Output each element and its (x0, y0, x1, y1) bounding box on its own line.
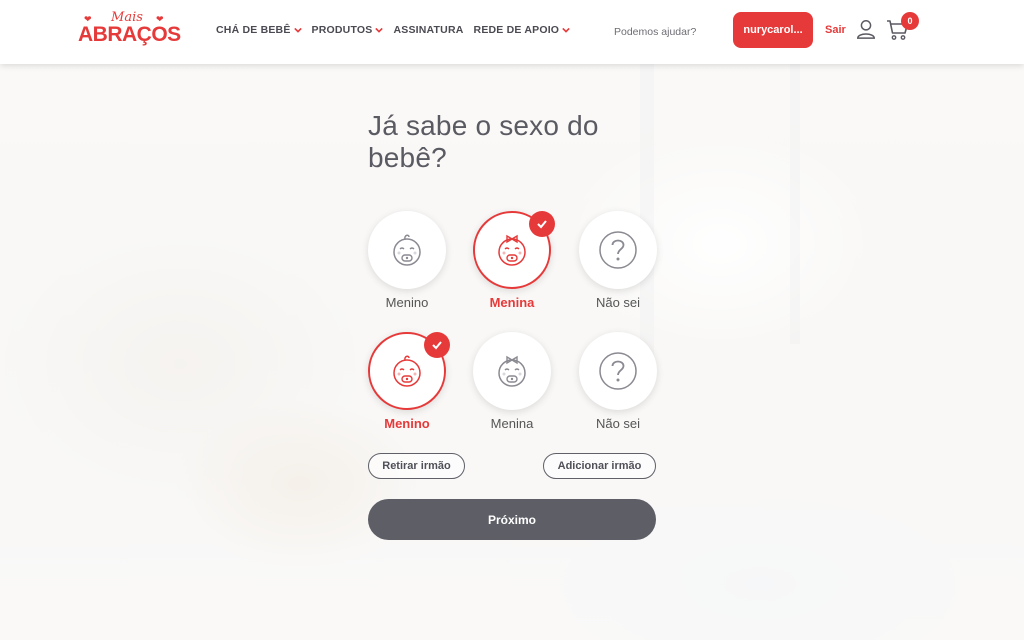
checkmark-icon (537, 220, 547, 229)
add-sibling-button[interactable]: Adicionar irmão (543, 453, 656, 479)
nav-label: REDE DE APOIO (473, 24, 560, 36)
main-nav: CHÁ DE BEBÊ PRODUTOS ASSINATURA REDE DE … (216, 24, 570, 36)
option-menino-row2[interactable]: Menino (368, 332, 450, 431)
logout-link[interactable]: Sair (825, 24, 846, 36)
option-menina-row1[interactable]: Menina (473, 211, 555, 310)
cart-count-badge: 0 (901, 12, 919, 30)
user-icon[interactable] (855, 18, 877, 40)
nav-label: CHÁ DE BEBÊ (216, 24, 291, 36)
option-label: Menina (490, 416, 534, 431)
option-circle-selected (368, 332, 450, 410)
chevron-down-icon (293, 27, 302, 33)
baby-boy-icon (393, 355, 421, 387)
option-label: Não sei (595, 295, 641, 310)
option-menina-row2[interactable]: Menina (473, 332, 551, 431)
option-circle-selected (473, 211, 555, 289)
question-icon (599, 352, 637, 390)
brand-logo[interactable]: ❤ Mais ❤ ABRAÇOS (78, 10, 181, 52)
option-label: Não sei (595, 416, 641, 431)
logo-big-text: ABRAÇOS (78, 23, 181, 46)
checkmark-icon (432, 341, 442, 350)
nav-item-rede-de-apoio[interactable]: REDE DE APOIO (474, 24, 571, 36)
help-link[interactable]: Podemos ajudar? (614, 26, 696, 38)
question-icon (599, 231, 637, 269)
option-circle (579, 332, 657, 410)
option-nao-sei-row1[interactable]: Não sei (579, 211, 657, 310)
option-label: Menino (385, 295, 429, 310)
baby-boy-icon (393, 234, 421, 266)
option-label: Menino (384, 416, 430, 431)
baby-girl-icon (498, 234, 526, 266)
nav-label: PRODUTOS (311, 24, 373, 36)
check-badge (424, 332, 450, 358)
nav-item-cha-de-bebe[interactable]: CHÁ DE BEBÊ (216, 24, 302, 36)
option-circle (579, 211, 657, 289)
nav-label: ASSINATURA (393, 24, 464, 36)
remove-sibling-button[interactable]: Retirar irmão (368, 453, 465, 479)
page-title: Já sabe o sexo do bebê? (368, 110, 599, 173)
option-label: Menina (489, 295, 535, 310)
option-menino-row1[interactable]: Menino (368, 211, 446, 310)
baby-girl-icon (498, 355, 526, 387)
option-circle (368, 211, 446, 289)
nav-item-produtos[interactable]: PRODUTOS (312, 24, 384, 36)
option-nao-sei-row2[interactable]: Não sei (579, 332, 657, 431)
nav-item-assinatura[interactable]: ASSINATURA (393, 24, 463, 36)
option-circle (473, 332, 551, 410)
next-button[interactable]: Próximo (368, 499, 656, 540)
chevron-down-icon (562, 27, 570, 33)
site-header: ❤ Mais ❤ ABRAÇOS CHÁ DE BEBÊ PRODUTOS AS… (0, 0, 1024, 64)
check-badge (529, 211, 555, 237)
chevron-down-icon (375, 27, 384, 33)
user-account-button[interactable]: nurycarol... (733, 12, 813, 48)
